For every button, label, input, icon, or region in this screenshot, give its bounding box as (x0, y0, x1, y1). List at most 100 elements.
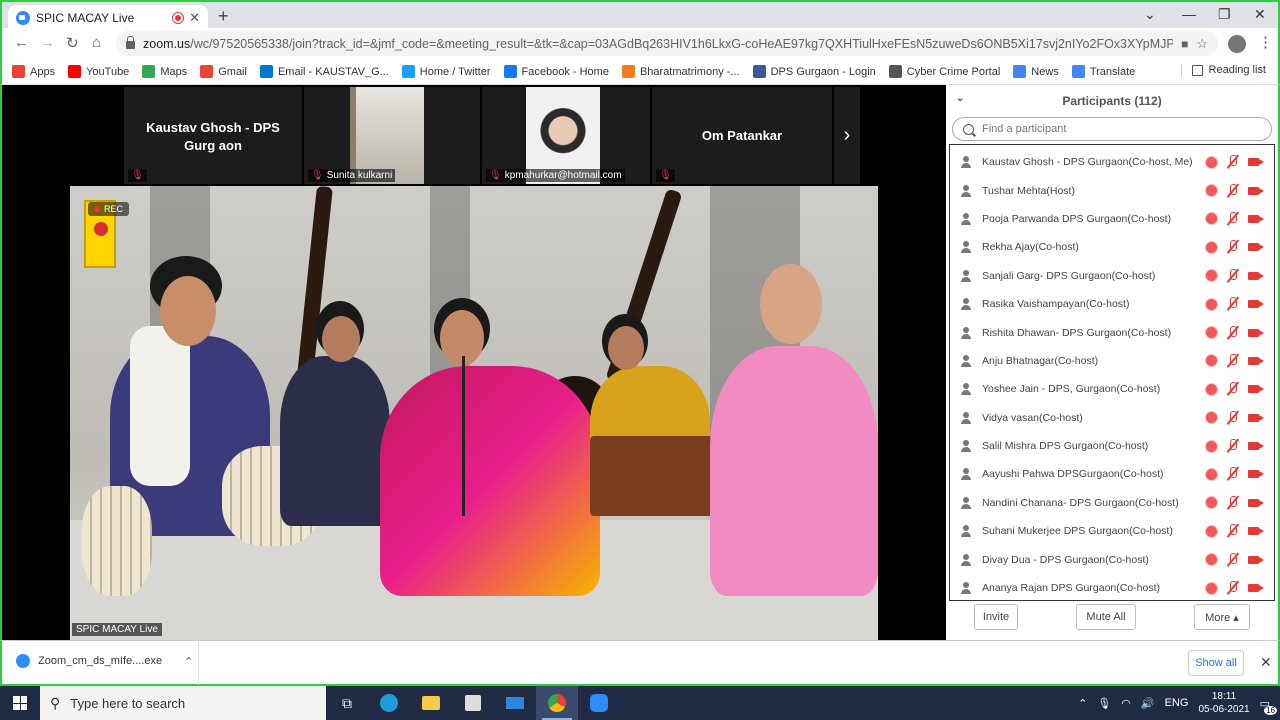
taskbar-search-box[interactable]: ⚲ Type here to search (40, 686, 326, 720)
video-off-icon (1248, 298, 1264, 310)
bookmark-item[interactable]: DPS Gurgaon - Login (752, 65, 876, 78)
tray-expand-chevron-icon[interactable]: ⌃ (1078, 697, 1087, 710)
microsoft-store-icon[interactable] (452, 686, 494, 720)
tabla-drum (82, 486, 152, 596)
edge-browser-icon[interactable] (368, 686, 410, 720)
bookmark-label: Bharatmatrimony -... (639, 65, 740, 78)
reading-list-button[interactable]: Reading list (1180, 64, 1266, 76)
bharatmatrimony-icon (621, 65, 635, 78)
video-off-icon (1248, 270, 1264, 282)
video-tile-2[interactable]: 🎙 Sunita kulkarni (304, 87, 480, 184)
mic-muted-icon (1226, 382, 1240, 396)
camera-permission-icon[interactable]: ■ (1181, 37, 1188, 51)
participant-row[interactable]: Rekha Ajay(Co-host) (950, 233, 1274, 261)
bookmark-item[interactable]: Maps (142, 65, 187, 78)
participant-search-input[interactable]: Find a participant (952, 117, 1272, 141)
task-view-icon[interactable]: ⧉ (326, 686, 368, 720)
next-page-arrow-button[interactable]: › (834, 87, 860, 184)
more-button[interactable]: More ▴ (1194, 604, 1250, 630)
url-text: zoom.us/wc/97520565338/join?track_id=&jm… (143, 36, 1174, 51)
bookmark-item[interactable]: Cyber Crime Portal (888, 65, 1000, 78)
download-item[interactable]: Zoom_cm_ds_mIfe....exe ⌃ (16, 654, 193, 668)
participants-list[interactable]: Kaustav Ghosh - DPS Gurgaon(Co-host, Me)… (949, 144, 1275, 601)
mic-muted-icon (1226, 552, 1240, 567)
participant-row[interactable]: Vidya vasan(Co-host) (950, 404, 1274, 432)
file-explorer-icon[interactable] (410, 686, 452, 720)
participant-row[interactable]: Yoshee Jain - DPS, Gurgaon(Co-host) (950, 375, 1274, 403)
taskbar-clock[interactable]: 18:11 05-06-2021 (1198, 690, 1249, 716)
participant-row[interactable]: Aayushi Pahwa DPSGurgaon(Co-host) (950, 460, 1274, 488)
back-button[interactable]: ← (14, 34, 29, 51)
mic-muted-icon: 🎙 (659, 170, 672, 181)
participant-row[interactable]: Ananya Rajan DPS Gurgaon(Co-host) (950, 574, 1274, 600)
participant-row[interactable]: Nandini Chanana- DPS Gurgaon(Co-host) (950, 489, 1274, 517)
bookmark-item[interactable]: Email - KAUSTAV_G... (259, 65, 389, 78)
bookmark-item[interactable]: News (1013, 65, 1059, 78)
collapse-chevron-icon[interactable]: ⌄ (956, 93, 964, 104)
participant-row[interactable]: Divay Dua - DPS Gurgaon(Co-host) (950, 545, 1274, 573)
maximize-button[interactable]: ❐ (1218, 6, 1231, 23)
bookmark-item[interactable]: Bharatmatrimony -... (621, 65, 740, 78)
chevron-up-icon[interactable]: ⌃ (184, 655, 193, 668)
zoom-app-icon[interactable] (578, 686, 620, 720)
bookmark-item[interactable]: Facebook - Home (503, 65, 609, 78)
bookmark-label: News (1031, 65, 1059, 78)
mail-icon[interactable] (494, 686, 536, 720)
video-tile-4[interactable]: Om Patankar 🎙 (652, 87, 832, 184)
mic-muted-icon (1226, 297, 1240, 311)
video-tile-3[interactable]: 🎙 kpmahurkar@hotmail.com (482, 87, 650, 184)
participant-row[interactable]: Salil Mishra DPS Gurgaon(Co-host) (950, 432, 1274, 460)
participant-row[interactable]: Anju Bhatnagar(Co-host) (950, 347, 1274, 375)
participant-avatar-icon (960, 269, 972, 282)
reload-button[interactable]: ↻ (66, 34, 79, 52)
notifications-icon[interactable]: ▭ 16 (1260, 697, 1277, 715)
recording-status-icon (1205, 297, 1218, 311)
profile-avatar[interactable] (1228, 35, 1246, 53)
participant-row[interactable]: Rishita Dhawan- DPS Gurgaon(Co-host) (950, 318, 1274, 346)
participant-row[interactable]: Sanjali Garg- DPS Gurgaon(Co-host) (950, 262, 1274, 290)
browser-menu-icon[interactable]: ⋮ (1258, 33, 1273, 51)
video-tile-1[interactable]: Kaustav Ghosh - DPS Gurg aon 🎙 (124, 87, 302, 184)
new-tab-button[interactable]: + (218, 6, 229, 27)
participant-name: Divay Dua - DPS Gurgaon(Co-host) (982, 553, 1149, 566)
address-bar[interactable]: zoom.us/wc/97520565338/join?track_id=&jm… (116, 31, 1218, 56)
participant-avatar-icon (960, 411, 972, 424)
bookmark-item[interactable]: Translate (1071, 65, 1135, 78)
mic-muted-icon (1226, 467, 1240, 481)
wifi-icon[interactable]: ◠ (1121, 697, 1131, 710)
forward-button[interactable]: → (40, 34, 55, 51)
mute-all-button[interactable]: Mute All (1076, 604, 1136, 630)
participant-row[interactable]: Suhani Mukerjee DPS Gurgaon(Co-host) (950, 517, 1274, 545)
reading-list-icon (1191, 64, 1203, 76)
participant-row[interactable]: Pooja Parwanda DPS Gurgaon(Co-host) (950, 205, 1274, 233)
mic-muted-icon (1226, 183, 1240, 198)
recording-status-icon (1205, 467, 1218, 481)
tab-search-chevron-icon[interactable]: ⌄ (1144, 6, 1156, 23)
participant-avatar-icon (960, 440, 972, 453)
bookmark-item[interactable]: Home / Twitter (401, 65, 491, 78)
start-button[interactable] (0, 686, 40, 720)
participant-row[interactable]: Tushar Mehta(Host) (950, 176, 1274, 204)
participant-avatar-icon (960, 383, 972, 396)
minimize-button[interactable]: — (1182, 6, 1196, 22)
show-all-button[interactable]: Show all (1188, 650, 1244, 676)
recording-status-icon (1205, 382, 1218, 396)
search-icon (963, 123, 974, 135)
tab-close-icon[interactable]: ✕ (189, 10, 200, 26)
home-button[interactable]: ⌂ (92, 34, 101, 51)
participant-row[interactable]: Rasika Vaishampayan(Co-host) (950, 290, 1274, 318)
microphone-icon[interactable]: 🎙 (1097, 697, 1111, 710)
browser-tab-active[interactable]: SPIC MACAY Live ✕ (8, 5, 208, 30)
chrome-icon[interactable] (536, 686, 578, 720)
bookmark-item[interactable]: Apps (12, 65, 55, 78)
bookmark-item[interactable]: YouTube (68, 65, 129, 78)
volume-icon[interactable]: 🔊 (1141, 697, 1155, 710)
video-off-icon (1248, 468, 1264, 480)
download-bar-close-icon[interactable]: ✕ (1260, 654, 1272, 671)
bookmark-item[interactable]: Gmail (200, 65, 247, 78)
participant-row[interactable]: Kaustav Ghosh - DPS Gurgaon(Co-host, Me) (950, 148, 1274, 176)
invite-button[interactable]: Invite (974, 604, 1018, 630)
bookmark-star-icon[interactable]: ☆ (1196, 36, 1208, 52)
language-indicator[interactable]: ENG (1165, 697, 1189, 709)
window-close-button[interactable]: ✕ (1254, 6, 1266, 23)
